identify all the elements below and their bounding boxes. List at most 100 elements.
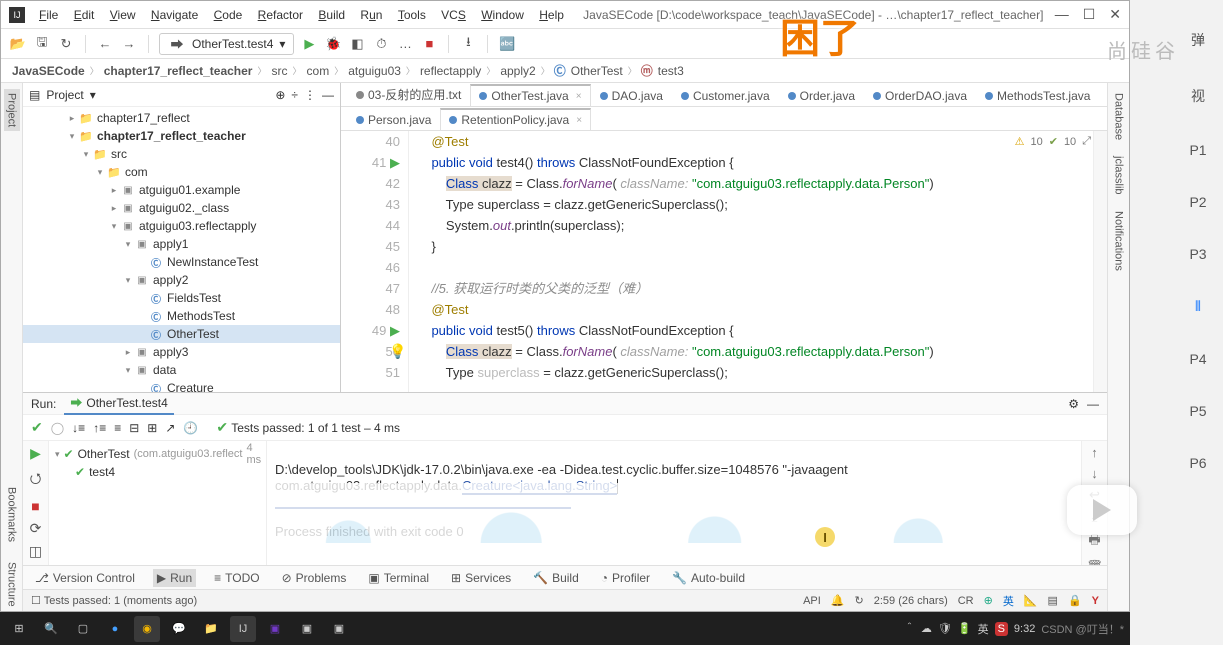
- editor-tab[interactable]: 03-反射的应用.txt: [347, 83, 470, 106]
- tree-node[interactable]: OtherTest: [23, 325, 340, 343]
- up-icon[interactable]: ↑: [1091, 445, 1098, 460]
- ext-item-bars-icon[interactable]: ⦀: [1195, 298, 1201, 315]
- menu-window[interactable]: Window: [477, 6, 528, 24]
- tree-node[interactable]: ▾apply1: [23, 235, 340, 253]
- tab-autobuild[interactable]: 🔧 Auto-build: [668, 569, 749, 587]
- status-sync-icon[interactable]: ↻: [855, 594, 864, 607]
- expand-icon[interactable]: ⊟: [129, 421, 139, 435]
- window-maximize-button[interactable]: ☐: [1083, 6, 1096, 23]
- vcs-update-icon[interactable]: ⭳: [459, 35, 477, 53]
- tree-node[interactable]: ▸atguigu01.example: [23, 181, 340, 199]
- explorer-icon[interactable]: 📁: [198, 616, 224, 642]
- menu-edit[interactable]: Edit: [70, 6, 99, 24]
- chevron-down-icon[interactable]: ▾: [55, 449, 60, 460]
- menu-navigate[interactable]: Navigate: [147, 6, 202, 24]
- tab-services[interactable]: ⊞ Services: [447, 569, 515, 587]
- run-pin-button[interactable]: ⟳: [30, 520, 42, 537]
- run-stop-button[interactable]: ■: [31, 498, 39, 514]
- editor-tab[interactable]: RetentionPolicy.java×: [440, 108, 591, 130]
- profile-button[interactable]: ⏱: [372, 35, 390, 53]
- debug-button[interactable]: 🐞: [324, 35, 342, 53]
- tray-battery-icon[interactable]: 🔋: [958, 622, 972, 635]
- status-ime[interactable]: 英: [1003, 593, 1014, 609]
- sort-icon[interactable]: ↓≡: [72, 421, 85, 435]
- tree-node[interactable]: ▾chapter17_reflect_teacher: [23, 127, 340, 145]
- tree-node[interactable]: ▾src: [23, 145, 340, 163]
- back-icon[interactable]: ←: [96, 35, 114, 53]
- menu-vcs[interactable]: VCS: [437, 6, 470, 24]
- collapse-icon[interactable]: ⊞: [147, 421, 157, 435]
- circle-icon[interactable]: ◯: [51, 421, 64, 435]
- tree-node[interactable]: ▸apply3: [23, 343, 340, 361]
- ext-item[interactable]: 视: [1191, 86, 1205, 106]
- crumb[interactable]: reflectapply: [417, 64, 484, 78]
- run-tab[interactable]: ⮕OtherTest.test4: [64, 392, 173, 415]
- editor-tab[interactable]: OrderDAO.java: [864, 85, 976, 106]
- editor-tab[interactable]: MethodsTest.java: [976, 85, 1099, 106]
- save-icon[interactable]: 🖫: [33, 35, 51, 53]
- tree-node[interactable]: FieldsTest: [23, 289, 340, 307]
- code-editor[interactable]: ⚠10 ✔10 ⤢ 4041 ▶4243444546474849 ▶5051 @…: [341, 131, 1107, 392]
- other-icon[interactable]: ▣: [326, 616, 352, 642]
- tree-options-icon[interactable]: ⋮: [304, 88, 316, 102]
- task-view-icon[interactable]: ▢: [70, 616, 96, 642]
- editor-tab[interactable]: DAO.java: [591, 85, 672, 106]
- tab-build[interactable]: 🔨 Build: [529, 569, 583, 587]
- ext-item[interactable]: 弹: [1191, 30, 1205, 50]
- status-bell-icon[interactable]: 🔔: [831, 594, 845, 607]
- editor-tab[interactable]: Person.java: [347, 109, 440, 130]
- ext-item[interactable]: P6: [1189, 455, 1206, 471]
- sync-icon[interactable]: ↻: [57, 35, 75, 53]
- tree-collapse-icon[interactable]: ÷: [291, 88, 298, 102]
- tab-profiler[interactable]: ◔ Profiler: [597, 569, 654, 587]
- crumb[interactable]: com: [304, 64, 333, 78]
- translate-icon[interactable]: 🔤: [498, 35, 516, 53]
- chrome-icon[interactable]: ◉: [134, 616, 160, 642]
- menu-refactor[interactable]: Refactor: [254, 6, 307, 24]
- crumb[interactable]: test3: [655, 64, 687, 78]
- tree-node[interactable]: NewInstanceTest: [23, 253, 340, 271]
- editor-tab[interactable]: Order.java: [779, 85, 864, 106]
- status-ruler-icon[interactable]: 📐: [1024, 594, 1038, 607]
- ext-item[interactable]: P3: [1189, 246, 1206, 262]
- menu-file[interactable]: File: [35, 6, 62, 24]
- down-icon[interactable]: ↓: [1091, 466, 1098, 481]
- run-config-dropdown[interactable]: ⮕ OtherTest.test4 ▾: [159, 33, 294, 55]
- status-memory-icon[interactable]: ▤: [1048, 594, 1058, 607]
- editor-scrollbar[interactable]: [1093, 131, 1107, 392]
- navigate-icon[interactable]: ↗: [165, 421, 175, 435]
- tab-structure[interactable]: Structure: [4, 558, 20, 611]
- hide-icon[interactable]: —: [322, 88, 334, 102]
- gear-icon[interactable]: ⚙: [1068, 397, 1079, 411]
- check-icon[interactable]: ✔: [31, 419, 43, 436]
- rerun-button[interactable]: ▶: [30, 445, 41, 462]
- status-y[interactable]: Y: [1092, 595, 1099, 607]
- ext-item[interactable]: P2: [1189, 194, 1206, 210]
- open-icon[interactable]: 📂: [9, 35, 27, 53]
- terminal-icon[interactable]: ▣: [294, 616, 320, 642]
- tab-database[interactable]: Database: [1111, 89, 1127, 144]
- more-tabs-icon[interactable]: ⋮: [1099, 92, 1107, 106]
- tab-terminal[interactable]: ▣ Terminal: [364, 569, 433, 587]
- crumb[interactable]: atguigu03: [345, 64, 404, 78]
- crumb[interactable]: apply2: [497, 64, 538, 78]
- list-icon[interactable]: ≡: [114, 421, 121, 435]
- tree-node[interactable]: ▾apply2: [23, 271, 340, 289]
- menu-code[interactable]: Code: [210, 6, 247, 24]
- tab-problems[interactable]: ⊘ Problems: [278, 569, 351, 587]
- tab-jclasslib[interactable]: jclasslib: [1111, 152, 1127, 199]
- window-close-button[interactable]: ✕: [1109, 6, 1121, 23]
- menu-tools[interactable]: Tools: [394, 6, 430, 24]
- tree-node[interactable]: ▾com: [23, 163, 340, 181]
- editor-tab[interactable]: OtherTest.java×: [470, 84, 590, 106]
- tab-notifications[interactable]: Notifications: [1111, 207, 1127, 275]
- tree-node[interactable]: ▸atguigu02._class: [23, 199, 340, 217]
- start-button[interactable]: ⊞: [6, 616, 32, 642]
- menu-build[interactable]: Build: [314, 6, 349, 24]
- tray-shield-icon[interactable]: 🛡: [938, 622, 952, 635]
- intellij-icon[interactable]: IJ: [230, 616, 256, 642]
- crumb[interactable]: chapter17_reflect_teacher: [101, 64, 256, 78]
- menu-run[interactable]: Run: [356, 6, 386, 24]
- filter-icon[interactable]: ↑≡: [93, 421, 106, 435]
- test-tree[interactable]: ▾✔OtherTest (com.atguigu03.reflect4 ms ✔…: [49, 441, 267, 565]
